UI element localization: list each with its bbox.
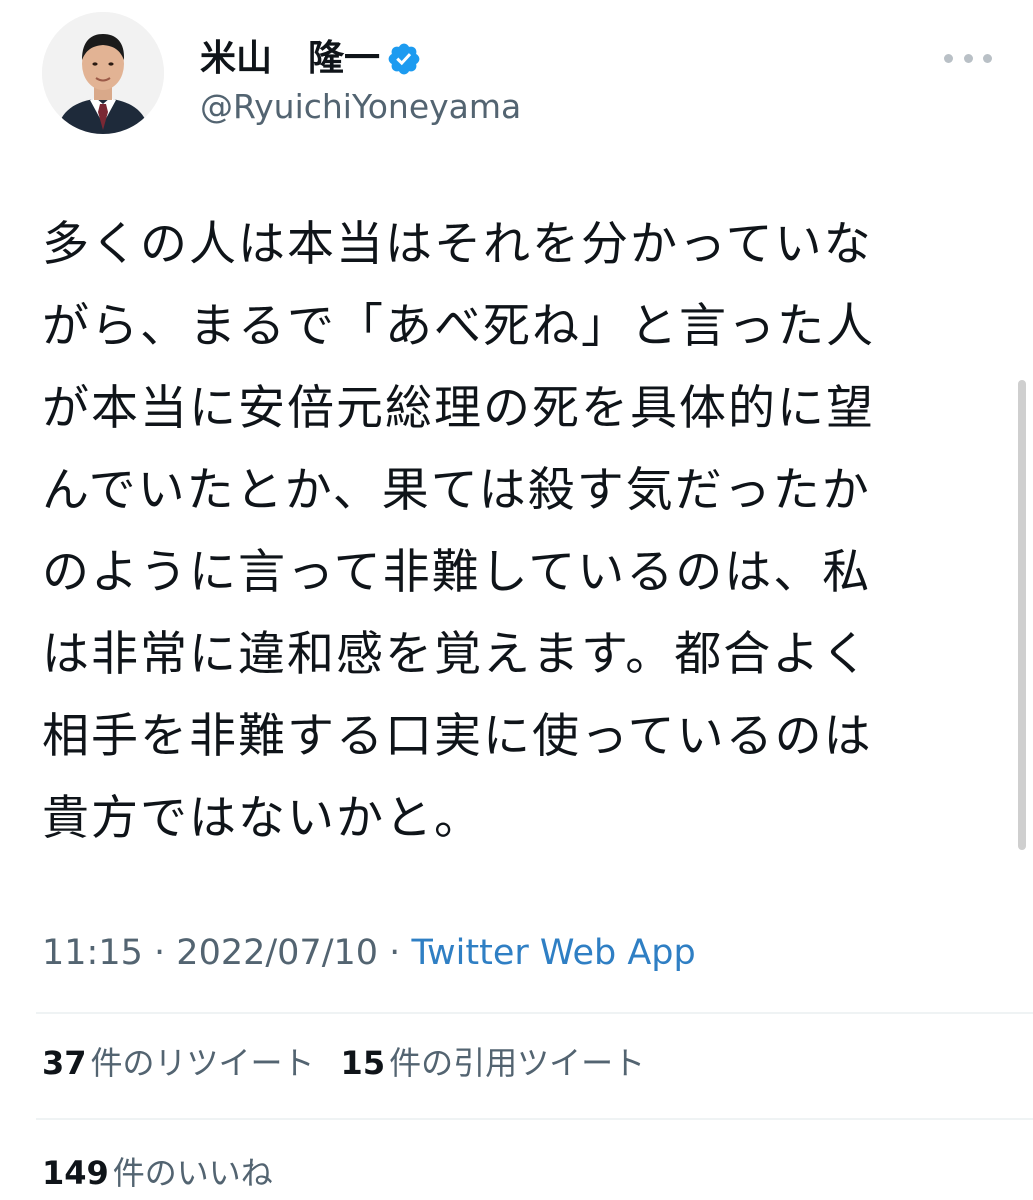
divider bbox=[36, 1012, 1033, 1014]
tweet-text-line: 多くの人は本当はそれを分かっていな bbox=[42, 217, 873, 272]
tweet-text-line: は非常に違和感を覚えます。都合よく bbox=[42, 627, 871, 682]
avatar[interactable] bbox=[42, 12, 164, 134]
quotes-label: 件の引用ツイート bbox=[389, 1044, 646, 1082]
quotes-stat[interactable]: 15 件の引用ツイート bbox=[341, 1044, 646, 1082]
tweet-meta: 11:15 · 2022/07/10 · Twitter Web App bbox=[42, 930, 696, 976]
tweet-date[interactable]: 2022/07/10 bbox=[176, 933, 378, 973]
tweet-text-line: 貴方ではないかと。 bbox=[42, 791, 483, 846]
scrollbar-thumb[interactable] bbox=[1018, 380, 1026, 850]
tweet-source-link[interactable]: Twitter Web App bbox=[411, 933, 695, 973]
quotes-count: 15 bbox=[340, 1044, 386, 1082]
engagement-row: 37 件のリツイート 15 件の引用ツイート bbox=[42, 1040, 645, 1086]
likes-stat[interactable]: 149 件のいいね bbox=[42, 1154, 273, 1192]
more-dot bbox=[983, 53, 992, 63]
divider bbox=[36, 1118, 1033, 1120]
tweet-text-line: んでいたとか、果ては殺す気だったか bbox=[42, 463, 871, 518]
retweets-label: 件のリツイート bbox=[90, 1044, 315, 1082]
likes-row: 149 件のいいね bbox=[42, 1150, 273, 1196]
avatar-photo-icon bbox=[42, 12, 164, 134]
meta-separator: · bbox=[389, 933, 401, 973]
more-dot bbox=[963, 53, 973, 63]
tweet-text-line: がら、まるで「あべ死ね」と言った人 bbox=[42, 299, 875, 354]
likes-count: 149 bbox=[42, 1154, 109, 1192]
tweet-text: 多くの人は本当はそれを分かっていな がら、まるで「あべ死ね」と言った人 が本当に… bbox=[42, 204, 982, 860]
more-dot bbox=[944, 53, 953, 63]
tweet-time[interactable]: 11:15 bbox=[42, 933, 143, 973]
tweet-text-line: のように言って非難しているのは、私 bbox=[42, 545, 872, 600]
retweets-stat[interactable]: 37 件のリツイート bbox=[42, 1044, 315, 1082]
author-display-name[interactable]: 米山 隆一 bbox=[200, 34, 380, 84]
more-options-icon[interactable] bbox=[944, 38, 992, 78]
likes-label: 件のいいね bbox=[112, 1154, 273, 1192]
tweet-text-line: 相手を非難する口実に使っているのは bbox=[42, 709, 873, 764]
meta-separator: · bbox=[154, 933, 166, 973]
author-handle[interactable]: @RyuichiYoneyama bbox=[200, 84, 521, 130]
author-display-name-row[interactable]: 米山 隆一 bbox=[200, 34, 422, 84]
retweets-count: 37 bbox=[42, 1044, 87, 1082]
tweet-text-line: が本当に安倍元総理の死を具体的に望 bbox=[42, 381, 875, 436]
verified-badge-icon bbox=[388, 43, 420, 75]
